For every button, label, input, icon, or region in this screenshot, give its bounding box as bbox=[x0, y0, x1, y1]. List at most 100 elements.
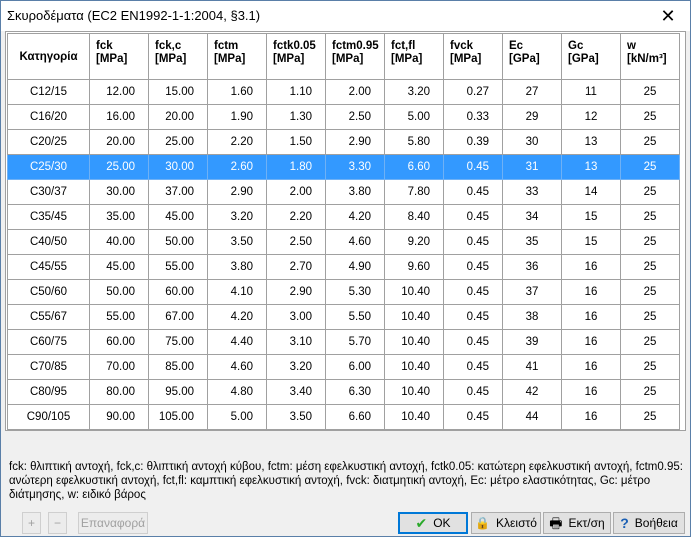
table-cell[interactable]: 20.00 bbox=[148, 104, 208, 130]
table-row[interactable]: C55/67 55.00 67.00 4.20 3.00 5.50 10.40 0.45 38 1… bbox=[7, 304, 680, 330]
table-row[interactable]: C35/45 35.00 45.00 3.20 2.20 4.20 8.40 0.45 34 15… bbox=[7, 204, 680, 230]
table-cell[interactable]: C50/60 bbox=[7, 279, 90, 305]
table-cell[interactable]: 39 bbox=[502, 329, 562, 355]
ok-button[interactable]: ✔ OK bbox=[398, 512, 468, 534]
table-cell[interactable]: C40/50 bbox=[7, 229, 90, 255]
table-cell[interactable]: C70/85 bbox=[7, 354, 90, 380]
table-cell[interactable]: 16 bbox=[561, 354, 621, 380]
table-row[interactable]: C50/60 50.00 60.00 4.10 2.90 5.30 10.40 0.45 37 1… bbox=[7, 279, 680, 305]
table-cell[interactable]: C90/105 bbox=[7, 404, 90, 430]
table-cell[interactable]: 3.30 bbox=[325, 154, 385, 180]
table-cell[interactable]: 13 bbox=[561, 154, 621, 180]
table-cell[interactable]: 34 bbox=[502, 204, 562, 230]
table-cell[interactable]: 10.40 bbox=[384, 329, 444, 355]
table-cell[interactable]: 90.00 bbox=[89, 404, 149, 430]
table-cell[interactable]: 6.00 bbox=[325, 354, 385, 380]
column-header[interactable]: fctm0.95 [MPa] bbox=[325, 33, 385, 80]
table-cell[interactable]: 3.40 bbox=[266, 379, 326, 405]
table-cell[interactable]: 12 bbox=[561, 104, 621, 130]
column-header[interactable]: Ec [GPa] bbox=[502, 33, 562, 80]
table-cell[interactable]: 0.45 bbox=[443, 154, 503, 180]
add-button[interactable]: + bbox=[22, 512, 41, 534]
table-cell[interactable]: 3.80 bbox=[207, 254, 267, 280]
table-row[interactable]: C12/15 12.00 15.00 1.60 1.10 2.00 3.20 0.27 27 11… bbox=[7, 79, 680, 105]
table-row[interactable]: C45/55 45.00 55.00 3.80 2.70 4.90 9.60 0.45 36 16… bbox=[7, 254, 680, 280]
table-cell[interactable]: 25.00 bbox=[89, 154, 149, 180]
table-cell[interactable]: 3.10 bbox=[266, 329, 326, 355]
column-header[interactable]: fctk0.05 [MPa] bbox=[266, 33, 326, 80]
table-cell[interactable]: 35.00 bbox=[89, 204, 149, 230]
table-cell[interactable]: 95.00 bbox=[148, 379, 208, 405]
table-cell[interactable]: 16 bbox=[561, 329, 621, 355]
column-header[interactable]: w [kN/m³] bbox=[620, 33, 680, 80]
table-cell[interactable]: C60/75 bbox=[7, 329, 90, 355]
table-cell[interactable]: 42 bbox=[502, 379, 562, 405]
table-cell[interactable]: C45/55 bbox=[7, 254, 90, 280]
table-cell[interactable]: 10.40 bbox=[384, 379, 444, 405]
table-cell[interactable]: 1.90 bbox=[207, 104, 267, 130]
table-cell[interactable]: 0.45 bbox=[443, 354, 503, 380]
table-cell[interactable]: 0.45 bbox=[443, 179, 503, 205]
table-cell[interactable]: 4.20 bbox=[207, 304, 267, 330]
table-cell[interactable]: 4.60 bbox=[207, 354, 267, 380]
table-cell[interactable]: 2.20 bbox=[207, 129, 267, 155]
table-cell[interactable]: 3.20 bbox=[207, 204, 267, 230]
table-cell[interactable]: 38 bbox=[502, 304, 562, 330]
table-cell[interactable]: 25 bbox=[620, 279, 680, 305]
table-cell[interactable]: 5.50 bbox=[325, 304, 385, 330]
table-cell[interactable]: 45.00 bbox=[89, 254, 149, 280]
table-cell[interactable]: 37 bbox=[502, 279, 562, 305]
table-cell[interactable]: 4.80 bbox=[207, 379, 267, 405]
table-cell[interactable]: 50.00 bbox=[89, 279, 149, 305]
table-cell[interactable]: C25/30 bbox=[7, 154, 90, 180]
restore-button[interactable]: Επαναφορά bbox=[78, 512, 148, 534]
table-cell[interactable]: 4.90 bbox=[325, 254, 385, 280]
table-cell[interactable]: 40.00 bbox=[89, 229, 149, 255]
table-cell[interactable]: 0.33 bbox=[443, 104, 503, 130]
table-cell[interactable]: 15 bbox=[561, 229, 621, 255]
table-cell[interactable]: 16 bbox=[561, 279, 621, 305]
table-row[interactable]: C60/75 60.00 75.00 4.40 3.10 5.70 10.40 0.45 39 1… bbox=[7, 329, 680, 355]
table-cell[interactable]: 30 bbox=[502, 129, 562, 155]
table-cell[interactable]: 25 bbox=[620, 254, 680, 280]
table-cell[interactable]: 15 bbox=[561, 204, 621, 230]
table-cell[interactable]: 2.00 bbox=[266, 179, 326, 205]
table-cell[interactable]: 16 bbox=[561, 404, 621, 430]
table-cell[interactable]: 9.60 bbox=[384, 254, 444, 280]
table-cell[interactable]: 44 bbox=[502, 404, 562, 430]
print-button[interactable]: 🖶 Εκτ/ση bbox=[543, 512, 611, 534]
table-cell[interactable]: C30/37 bbox=[7, 179, 90, 205]
table-cell[interactable]: 25 bbox=[620, 404, 680, 430]
table-cell[interactable]: 3.50 bbox=[207, 229, 267, 255]
table-cell[interactable]: 10.40 bbox=[384, 404, 444, 430]
table-cell[interactable]: 37.00 bbox=[148, 179, 208, 205]
table-cell[interactable]: 0.45 bbox=[443, 204, 503, 230]
column-header[interactable]: fctm [MPa] bbox=[207, 33, 267, 80]
table-cell[interactable]: 3.00 bbox=[266, 304, 326, 330]
table-cell[interactable]: 60.00 bbox=[89, 329, 149, 355]
table-cell[interactable]: 60.00 bbox=[148, 279, 208, 305]
table-cell[interactable]: 10.40 bbox=[384, 304, 444, 330]
table-cell[interactable]: 2.90 bbox=[207, 179, 267, 205]
table-cell[interactable]: 55.00 bbox=[148, 254, 208, 280]
table-cell[interactable]: 50.00 bbox=[148, 229, 208, 255]
table-cell[interactable]: 29 bbox=[502, 104, 562, 130]
table-cell[interactable]: 16.00 bbox=[89, 104, 149, 130]
table-cell[interactable]: 45.00 bbox=[148, 204, 208, 230]
remove-button[interactable]: − bbox=[48, 512, 67, 534]
table-cell[interactable]: 30.00 bbox=[148, 154, 208, 180]
column-header[interactable]: fck,c [MPa] bbox=[148, 33, 208, 80]
close-button[interactable]: 🔒 Κλειστό bbox=[471, 512, 541, 534]
table-cell[interactable]: 25 bbox=[620, 104, 680, 130]
table-cell[interactable]: C80/95 bbox=[7, 379, 90, 405]
table-cell[interactable]: 105.00 bbox=[148, 404, 208, 430]
table-cell[interactable]: 85.00 bbox=[148, 354, 208, 380]
table-cell[interactable]: 0.45 bbox=[443, 329, 503, 355]
table-cell[interactable]: 12.00 bbox=[89, 79, 149, 105]
table-cell[interactable]: 80.00 bbox=[89, 379, 149, 405]
table-cell[interactable]: 2.60 bbox=[207, 154, 267, 180]
table-cell[interactable]: 6.60 bbox=[384, 154, 444, 180]
table-cell[interactable]: C20/25 bbox=[7, 129, 90, 155]
table-row[interactable]: C30/37 30.00 37.00 2.90 2.00 3.80 7.80 0.45 33 14… bbox=[7, 179, 680, 205]
table-cell[interactable]: C55/67 bbox=[7, 304, 90, 330]
